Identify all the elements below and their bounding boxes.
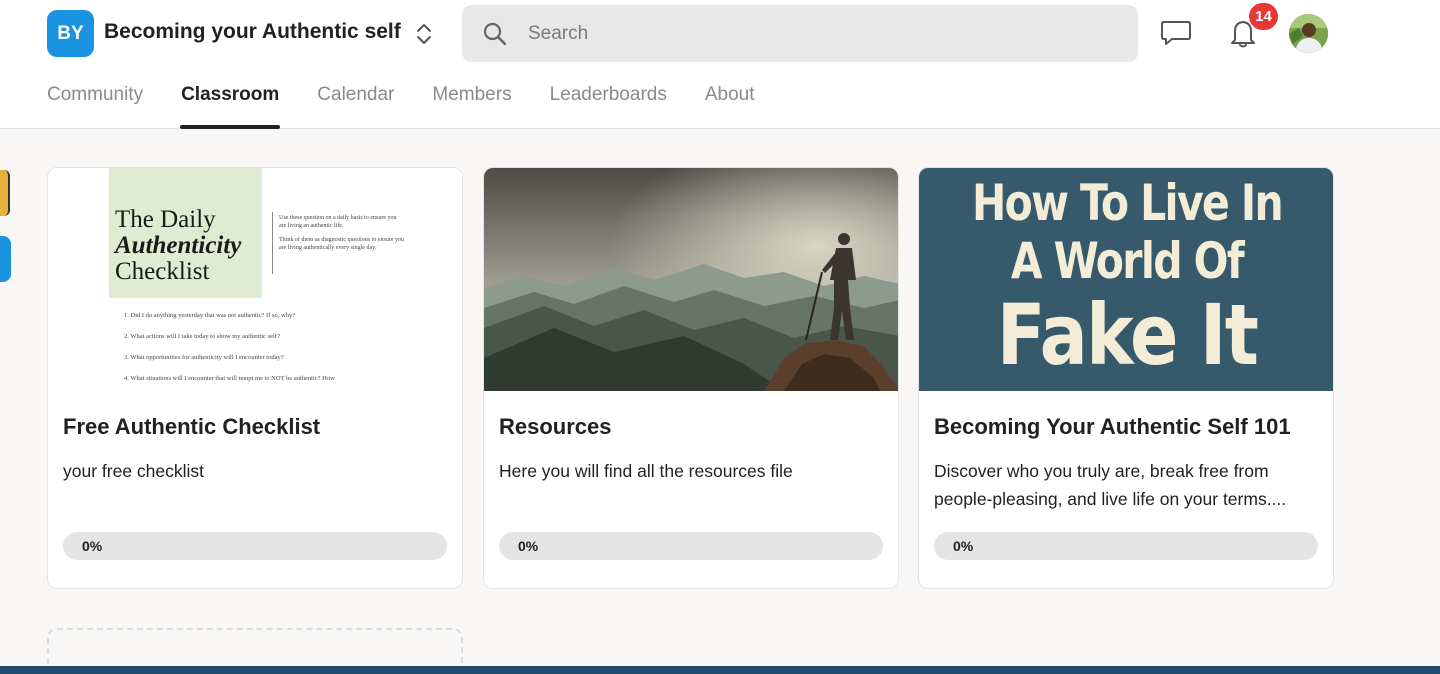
thumbnail-question-list: 1. Did I do anything yesterday that was … <box>124 312 424 391</box>
course-thumbnail: The Daily Authenticity Checklist Use the… <box>48 168 462 391</box>
chat-icon[interactable] <box>1160 18 1192 48</box>
notification-badge[interactable]: 14 <box>1249 3 1278 30</box>
progress-bar: 0% <box>63 532 447 560</box>
list-item: 3. What opportunities for authenticity w… <box>124 354 284 361</box>
search-input[interactable] <box>528 15 1108 52</box>
course-description: Discover who you truly are, break free f… <box>934 461 1287 509</box>
search-bar <box>462 5 1138 62</box>
progress-label: 0% <box>518 538 539 554</box>
course-title: Becoming Your Authentic Self 101 <box>934 414 1291 439</box>
thumbnail-divider <box>272 212 273 274</box>
thumbnail-side-text: Use these question on a daily basis to e… <box>279 215 404 251</box>
side-panel-handle-blue[interactable] <box>0 236 11 282</box>
thumbnail-title-line: Checklist <box>115 258 210 285</box>
tab-leaderboards[interactable]: Leaderboards <box>550 82 667 129</box>
list-item: 1. Did I do anything yesterday that was … <box>124 312 296 319</box>
tab-members[interactable]: Members <box>432 82 511 129</box>
course-description: your free checklist <box>63 461 205 481</box>
group-name[interactable]: Becoming your Authentic self <box>104 20 401 44</box>
thumbnail-title-line: The Daily <box>115 206 216 233</box>
switcher-icon[interactable] <box>412 20 436 48</box>
progress-label: 0% <box>82 538 103 554</box>
search-icon <box>483 22 507 46</box>
mountain-hiker-image <box>484 168 898 391</box>
course-description: Here you will find all the resources fil… <box>499 461 793 481</box>
course-title: Free Authentic Checklist <box>63 414 321 439</box>
progress-label: 0% <box>953 538 974 554</box>
course-card-authentic-self-101[interactable]: How To Live In A World Of Fake It Becomi… <box>918 167 1334 589</box>
avatar[interactable] <box>1289 14 1328 53</box>
thumbnail-title-line: Authenticity <box>115 232 242 259</box>
bottom-bar <box>0 666 1440 674</box>
side-panel-handle[interactable] <box>0 170 10 216</box>
list-item: 4. What situations will I encounter that… <box>124 375 335 382</box>
top-bar: BY Becoming your Authentic self 14 Commu… <box>0 0 1440 129</box>
poster-line: How To Live In <box>971 174 1284 232</box>
tab-community[interactable]: Community <box>47 82 143 129</box>
list-item: 2. What actions will I take today to sho… <box>124 333 280 340</box>
poster-line: Fake It <box>996 286 1259 384</box>
tab-about[interactable]: About <box>705 82 755 129</box>
course-title: Resources <box>499 414 612 439</box>
course-card-checklist[interactable]: The Daily Authenticity Checklist Use the… <box>47 167 463 589</box>
course-thumbnail <box>484 168 898 391</box>
group-logo[interactable]: BY <box>47 10 94 57</box>
course-thumbnail: How To Live In A World Of Fake It <box>919 168 1333 391</box>
tab-classroom[interactable]: Classroom <box>180 82 281 129</box>
tab-calendar[interactable]: Calendar <box>317 82 394 129</box>
progress-bar: 0% <box>934 532 1318 560</box>
progress-bar: 0% <box>499 532 883 560</box>
course-card-resources[interactable]: Resources Here you will find all the res… <box>483 167 899 589</box>
nav-tabs: Community Classroom Calendar Members Lea… <box>47 82 793 129</box>
poster-line: A World Of <box>1010 232 1245 290</box>
